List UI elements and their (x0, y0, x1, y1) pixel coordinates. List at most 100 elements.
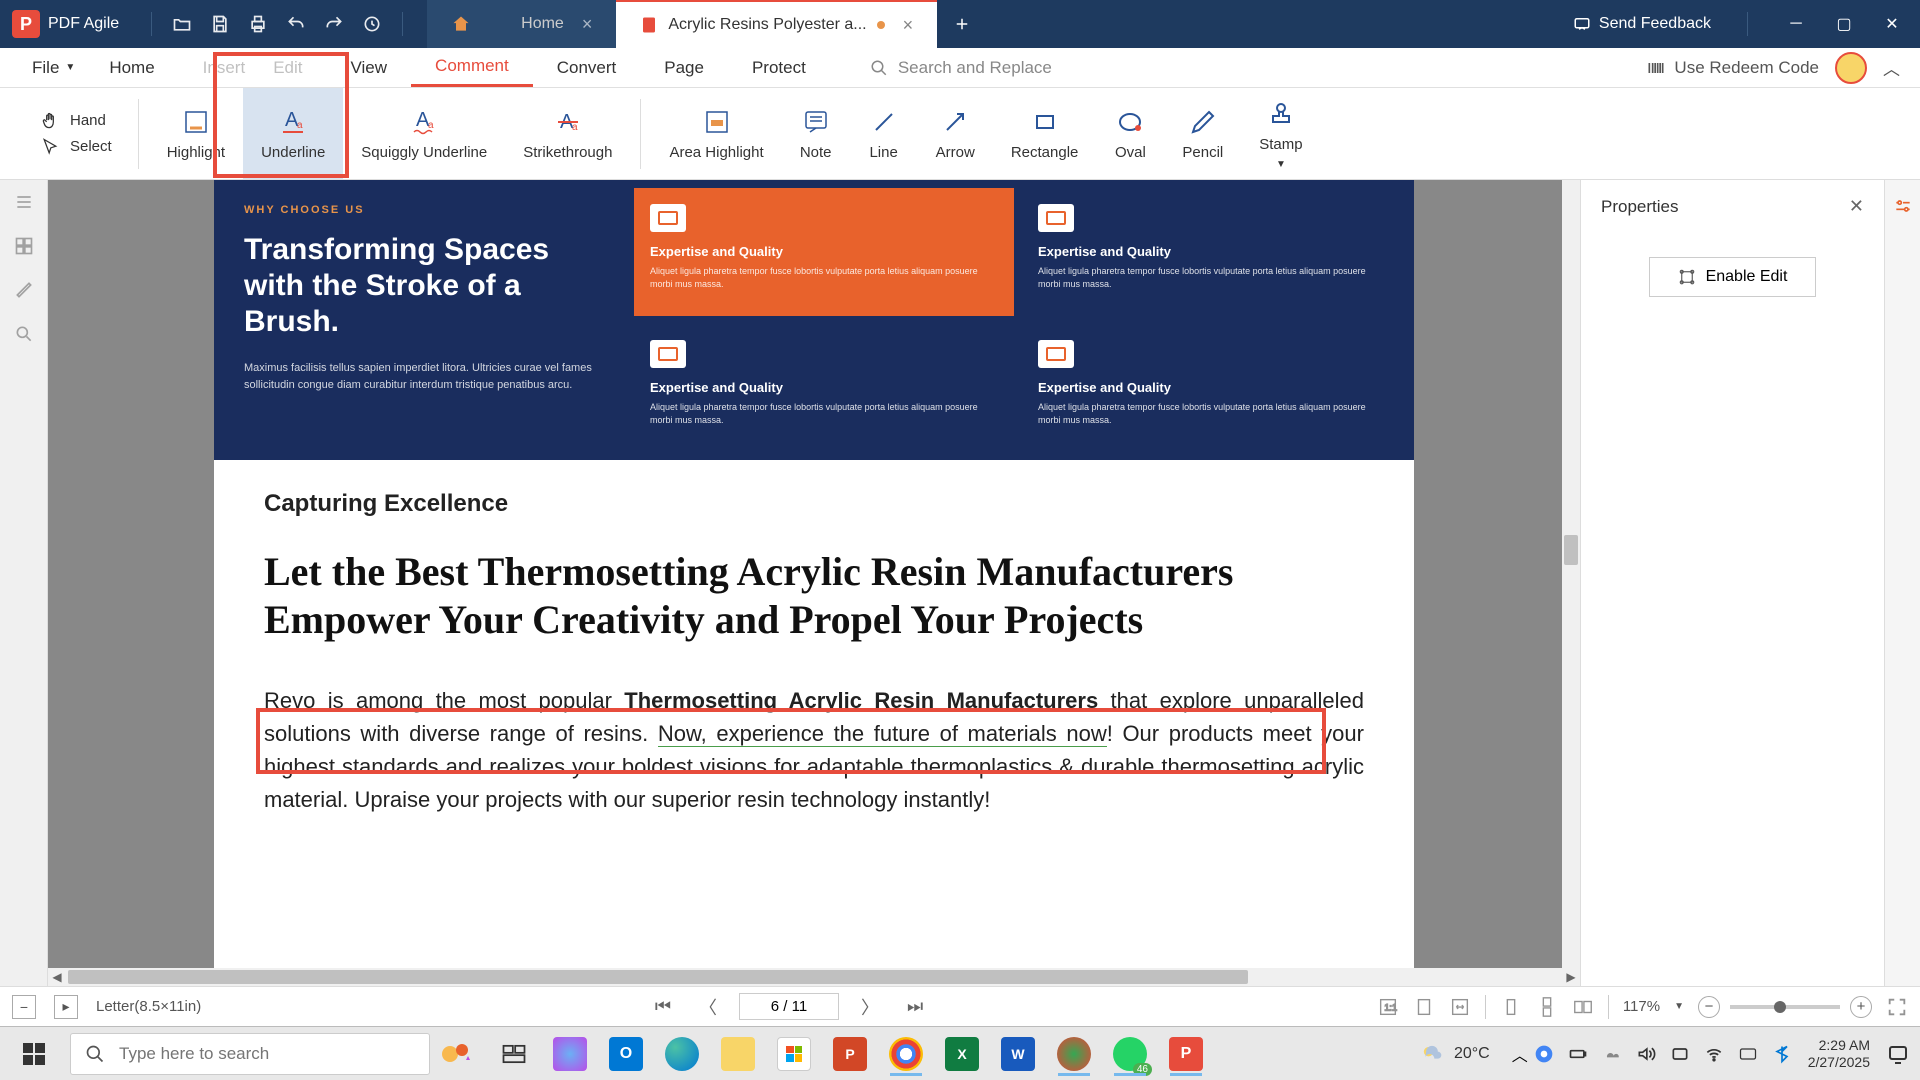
line-tool[interactable]: Line (850, 88, 918, 179)
open-icon[interactable] (172, 14, 192, 34)
taskbar-clock[interactable]: 2:29 AM 2/27/2025 (1808, 1037, 1870, 1071)
menu-edit[interactable]: Edit (249, 48, 326, 87)
user-avatar[interactable] (1835, 52, 1867, 84)
menu-file[interactable]: File▼ (8, 48, 85, 87)
page-number-input[interactable] (739, 993, 839, 1020)
note-tool[interactable]: Note (782, 88, 850, 179)
tab-close-icon[interactable]: × (903, 15, 914, 36)
thumbnails-icon[interactable] (14, 236, 34, 256)
redeem-code-button[interactable]: Use Redeem Code (1646, 58, 1819, 78)
network-icon[interactable] (1670, 1044, 1690, 1064)
volume-icon[interactable] (1636, 1044, 1656, 1064)
taskbar-search-input[interactable] (119, 1044, 415, 1064)
undo-icon[interactable] (286, 14, 306, 34)
close-window-button[interactable]: ✕ (1868, 0, 1916, 48)
zoom-out-button[interactable]: − (1698, 996, 1720, 1018)
strikethrough-tool[interactable]: Aa Strikethrough (505, 88, 630, 179)
fullscreen-icon[interactable] (1886, 996, 1908, 1018)
taskbar-app-excel[interactable]: X (938, 1030, 986, 1078)
bookmarks-icon[interactable] (14, 192, 34, 212)
onedrive-icon[interactable] (1602, 1044, 1622, 1064)
settings-icon[interactable] (1893, 196, 1913, 216)
language-icon[interactable] (1738, 1044, 1758, 1064)
squiggly-underline-tool[interactable]: Aa Squiggly Underline (343, 88, 505, 179)
save-icon[interactable] (210, 14, 230, 34)
scroll-left-icon[interactable]: ◀ (48, 970, 66, 984)
last-page-button[interactable]: ⏭ (901, 996, 929, 1017)
taskbar-app-whatsapp[interactable]: 46 (1106, 1030, 1154, 1078)
zoom-level-label[interactable]: 117% (1623, 998, 1660, 1015)
underline-tool[interactable]: Aa Underline (243, 88, 343, 179)
first-page-button[interactable]: ⏮ (649, 996, 677, 1017)
scroll-right-icon[interactable]: ▶ (1562, 970, 1580, 984)
collapse-ribbon-button[interactable]: ︿ (1883, 55, 1900, 80)
new-tab-button[interactable] (937, 0, 987, 48)
zoom-slider[interactable] (1730, 1005, 1840, 1009)
tray-expand-icon[interactable]: ︿ (1512, 1042, 1528, 1066)
rectangle-tool[interactable]: Rectangle (993, 88, 1097, 179)
hand-tool[interactable]: Hand (40, 111, 112, 131)
taskbar-app-store[interactable] (770, 1030, 818, 1078)
close-panel-icon[interactable]: ✕ (1849, 196, 1864, 217)
taskbar-app-copilot[interactable] (546, 1030, 594, 1078)
menu-home[interactable]: Home (85, 48, 178, 87)
bluetooth-icon[interactable] (1772, 1044, 1792, 1064)
next-page-button[interactable]: 〉 (855, 994, 885, 1020)
chrome-tray-icon[interactable] (1534, 1044, 1554, 1064)
taskbar-app-powerpoint[interactable]: P (826, 1030, 874, 1078)
horizontal-scrollbar[interactable]: ◀ ▶ (48, 968, 1580, 986)
taskbar-app-edge[interactable] (658, 1030, 706, 1078)
zoom-in-button[interactable]: + (1850, 996, 1872, 1018)
actual-size-icon[interactable]: 1:1 (1377, 996, 1399, 1018)
two-page-icon[interactable] (1572, 996, 1594, 1018)
notifications-icon[interactable] (1886, 1042, 1910, 1066)
battery-icon[interactable] (1568, 1044, 1588, 1064)
menu-convert[interactable]: Convert (533, 48, 641, 87)
enable-edit-button[interactable]: Enable Edit (1649, 257, 1817, 297)
search-panel-icon[interactable] (14, 324, 34, 344)
home-quick-icon[interactable] (362, 14, 382, 34)
expand-left-button[interactable]: ▸ (54, 995, 78, 1019)
area-highlight-tool[interactable]: Area Highlight (651, 88, 781, 179)
stamp-tool[interactable]: Stamp ▼ (1241, 88, 1320, 179)
tab-document[interactable]: Acrylic Resins Polyester a... × (616, 0, 937, 48)
scrollbar-thumb[interactable] (68, 970, 1248, 984)
taskbar-app-explorer[interactable] (714, 1030, 762, 1078)
vertical-scrollbar[interactable] (1562, 180, 1580, 968)
task-view-button[interactable] (490, 1030, 538, 1078)
fit-width-icon[interactable] (1449, 996, 1471, 1018)
oval-tool[interactable]: Oval (1096, 88, 1164, 179)
single-page-icon[interactable] (1500, 996, 1522, 1018)
tab-home[interactable]: Home × (427, 0, 616, 48)
taskbar-app-outlook[interactable]: O (602, 1030, 650, 1078)
start-button[interactable] (4, 1027, 64, 1080)
arrow-tool[interactable]: Arrow (918, 88, 993, 179)
menu-protect[interactable]: Protect (728, 48, 830, 87)
taskbar-app-chrome[interactable] (882, 1030, 930, 1078)
taskbar-search[interactable] (70, 1033, 430, 1075)
scrollbar-thumb[interactable] (1564, 535, 1578, 565)
taskbar-app-pdfagile[interactable]: P (1162, 1030, 1210, 1078)
prev-page-button[interactable]: 〈 (693, 994, 723, 1020)
collapse-left-button[interactable]: − (12, 995, 36, 1019)
copilot-icon[interactable] (438, 1036, 474, 1072)
pencil-tool[interactable]: Pencil (1164, 88, 1241, 179)
print-icon[interactable] (248, 14, 268, 34)
select-tool[interactable]: Select (40, 137, 112, 157)
menu-view[interactable]: View (327, 48, 412, 87)
taskbar-app-word[interactable]: W (994, 1030, 1042, 1078)
document-scroll[interactable]: WHY CHOOSE US Transforming Spaces with t… (48, 180, 1580, 968)
send-feedback-button[interactable]: Send Feedback (1561, 15, 1723, 33)
annotations-icon[interactable] (14, 280, 34, 300)
tab-close-icon[interactable]: × (582, 14, 593, 35)
maximize-button[interactable]: ▢ (1820, 0, 1868, 48)
wifi-icon[interactable] (1704, 1044, 1724, 1064)
body-paragraph[interactable]: Revo is among the most popular Thermoset… (264, 684, 1364, 816)
weather-widget[interactable]: 20°C (1418, 1040, 1490, 1068)
continuous-icon[interactable] (1536, 996, 1558, 1018)
fit-page-icon[interactable] (1413, 996, 1435, 1018)
menu-comment[interactable]: Comment (411, 48, 533, 87)
highlight-tool[interactable]: Highlight (149, 88, 243, 179)
search-box[interactable]: Search and Replace (870, 58, 1052, 78)
redo-icon[interactable] (324, 14, 344, 34)
